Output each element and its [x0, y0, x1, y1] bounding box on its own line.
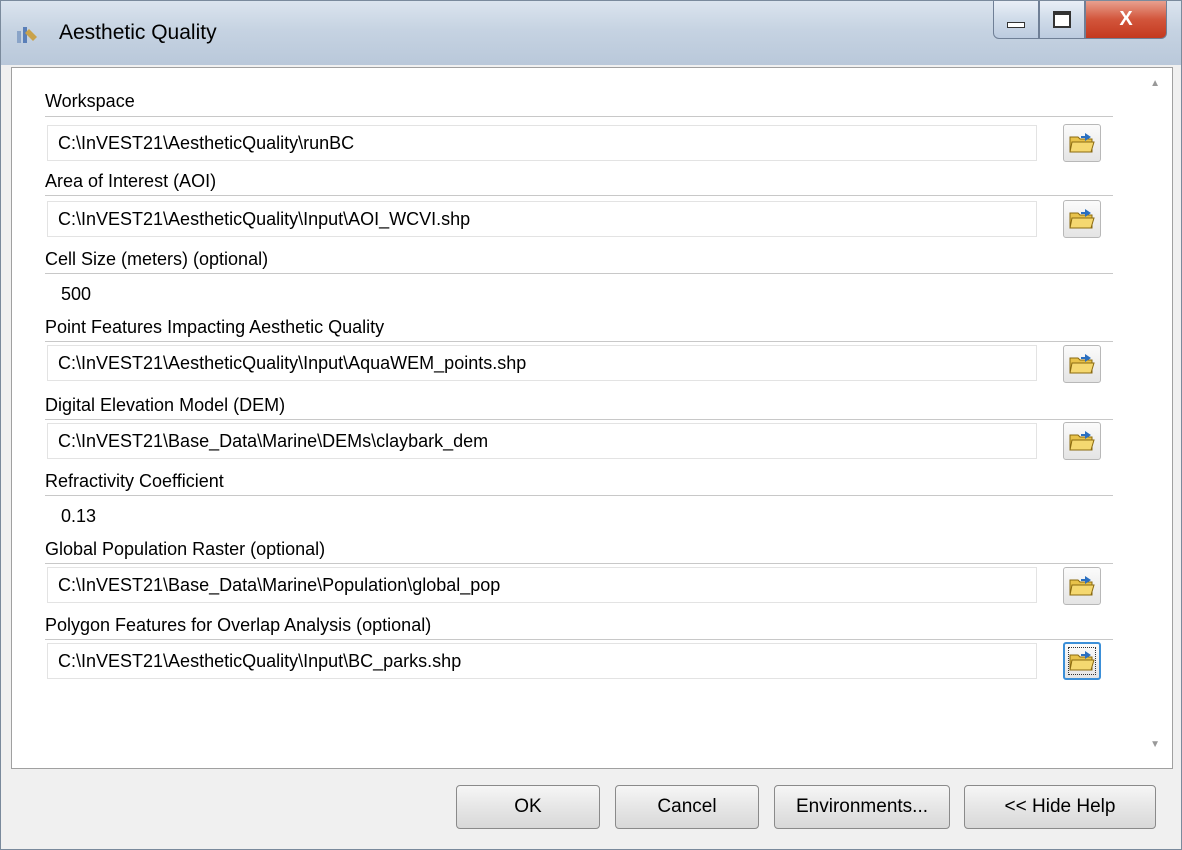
workspace-browse-button[interactable] [1063, 124, 1101, 162]
dialog-window: Aesthetic Quality X ▲ ▼ Workspace C:\InV… [0, 0, 1182, 850]
close-icon: X [1119, 8, 1133, 30]
open-folder-icon [1069, 133, 1095, 153]
dem-label: Digital Elevation Model (DEM) [45, 395, 286, 415]
minimize-button[interactable] [993, 1, 1039, 39]
window-title: Aesthetic Quality [59, 21, 217, 44]
cancel-button[interactable]: Cancel [615, 785, 759, 829]
polygon-features-label: Polygon Features for Overlap Analysis (o… [45, 615, 432, 635]
dem-input[interactable]: C:\InVEST21\Base_Data\Marine\DEMs\clayba… [47, 423, 1037, 459]
aoi-label: Area of Interest (AOI) [45, 171, 217, 191]
workspace-label: Workspace [45, 91, 135, 111]
workspace-input[interactable]: C:\InVEST21\AestheticQuality\runBC [47, 125, 1037, 161]
aoi-browse-button[interactable] [1063, 200, 1101, 238]
divider [45, 195, 1113, 196]
population-browse-button[interactable] [1063, 567, 1101, 605]
divider [45, 116, 1113, 117]
divider [45, 419, 1113, 420]
point-features-input[interactable]: C:\InVEST21\AestheticQuality\Input\AquaW… [47, 345, 1037, 381]
refractivity-input[interactable]: 0.13 [47, 499, 1113, 535]
divider [45, 639, 1113, 640]
divider [45, 341, 1113, 342]
environments-button[interactable]: Environments... [774, 785, 950, 829]
aoi-input[interactable]: C:\InVEST21\AestheticQuality\Input\AOI_W… [47, 201, 1037, 237]
scroll-up-arrow-icon[interactable]: ▲ [1150, 78, 1160, 89]
open-folder-icon [1069, 209, 1095, 229]
point-features-label: Point Features Impacting Aesthetic Quali… [45, 317, 385, 337]
caption-buttons: X [993, 1, 1167, 41]
cell-size-input[interactable]: 500 [47, 277, 1113, 313]
population-input[interactable]: C:\InVEST21\Base_Data\Marine\Population\… [47, 567, 1037, 603]
open-folder-icon [1069, 431, 1095, 451]
ok-button[interactable]: OK [456, 785, 600, 829]
open-folder-icon [1069, 576, 1095, 596]
polygon-features-browse-button[interactable] [1063, 642, 1101, 680]
maximize-icon [1053, 11, 1071, 28]
polygon-features-input[interactable]: C:\InVEST21\AestheticQuality\Input\BC_pa… [47, 643, 1037, 679]
divider [45, 273, 1113, 274]
point-features-browse-button[interactable] [1063, 345, 1101, 383]
population-label: Global Population Raster (optional) [45, 539, 326, 559]
maximize-button[interactable] [1039, 1, 1085, 39]
minimize-icon [1007, 21, 1025, 28]
open-folder-icon [1069, 651, 1095, 671]
cell-size-label: Cell Size (meters) (optional) [45, 249, 269, 269]
title-bar[interactable]: Aesthetic Quality X [1, 1, 1181, 65]
divider [45, 563, 1113, 564]
arcgis-tool-icon [17, 27, 37, 43]
refractivity-label: Refractivity Coefficient [45, 471, 224, 491]
dem-browse-button[interactable] [1063, 422, 1101, 460]
scroll-down-arrow-icon[interactable]: ▼ [1150, 739, 1160, 750]
hide-help-button[interactable]: << Hide Help [964, 785, 1156, 829]
close-button[interactable]: X [1085, 1, 1167, 39]
divider [45, 495, 1113, 496]
open-folder-icon [1069, 354, 1095, 374]
